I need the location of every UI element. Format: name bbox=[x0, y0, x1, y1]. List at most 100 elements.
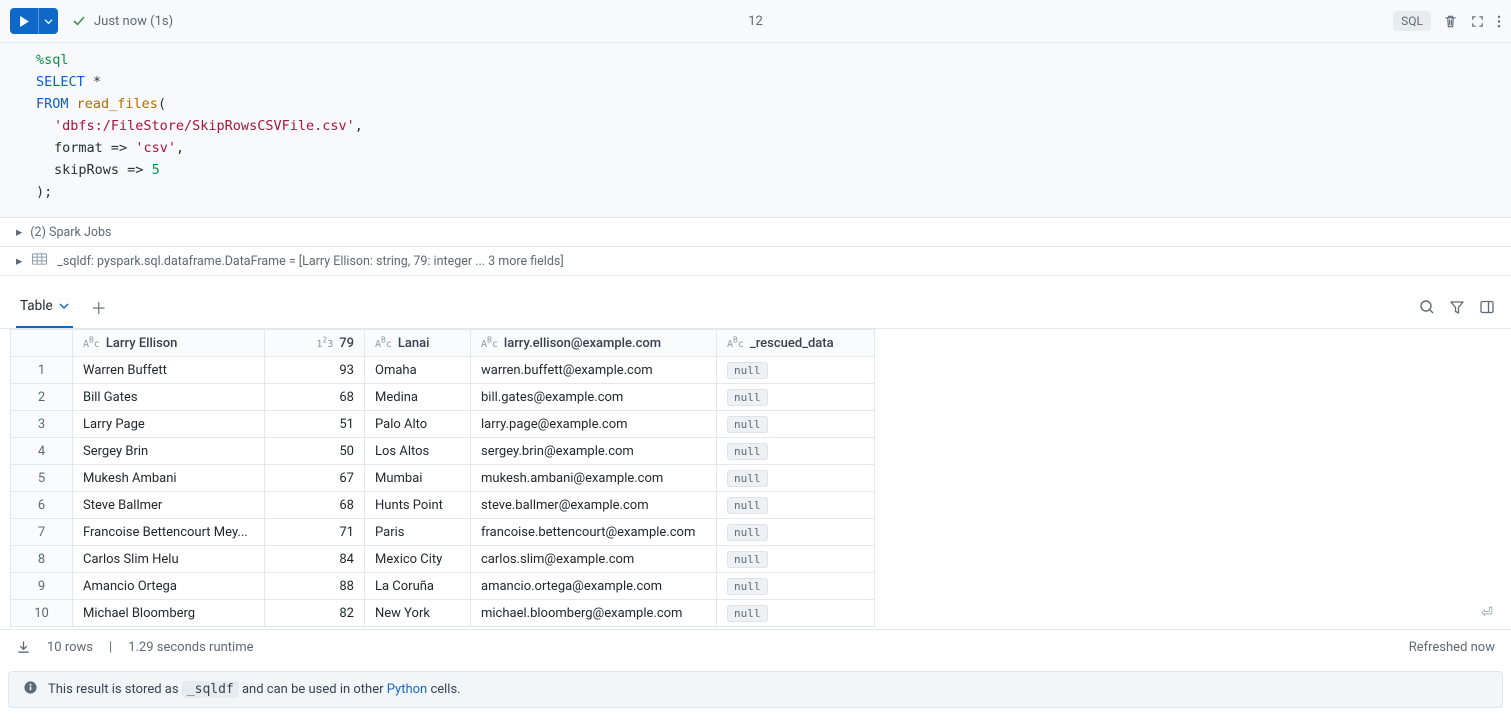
rownum-header[interactable] bbox=[11, 330, 73, 357]
cell-age: 71 bbox=[265, 519, 365, 546]
info-var: _sqldf bbox=[182, 681, 239, 698]
table-row[interactable]: 4Sergey Brin50Los Altossergey.brin@examp… bbox=[11, 438, 875, 465]
cell-age: 88 bbox=[265, 573, 365, 600]
cell-rescued: null bbox=[717, 519, 875, 546]
table-row[interactable]: 10Michael Bloomberg82New Yorkmichael.blo… bbox=[11, 600, 875, 627]
code-token: , bbox=[355, 118, 363, 134]
cell-name: Larry Page bbox=[73, 411, 265, 438]
download-icon[interactable] bbox=[16, 640, 31, 655]
python-link[interactable]: Python bbox=[387, 682, 427, 697]
caret-right-icon: ▸ bbox=[16, 224, 22, 240]
col-header-email[interactable]: ABclarry.ellison@example.com bbox=[471, 330, 717, 357]
code-token: SELECT bbox=[36, 74, 85, 90]
cell-age: 93 bbox=[265, 357, 365, 384]
cell-email: francoise.bettencourt@example.com bbox=[471, 519, 717, 546]
cell-rescued: null bbox=[717, 411, 875, 438]
code-token: , bbox=[176, 140, 184, 156]
row-number: 3 bbox=[11, 411, 73, 438]
row-number: 8 bbox=[11, 546, 73, 573]
cell-city: Paris bbox=[365, 519, 471, 546]
code-token: format bbox=[54, 140, 103, 156]
delete-icon[interactable] bbox=[1443, 14, 1458, 29]
runtime-text: 1.29 seconds runtime bbox=[128, 640, 253, 655]
filter-icon[interactable] bbox=[1449, 299, 1465, 315]
spark-jobs-row[interactable]: ▸ (2) Spark Jobs bbox=[0, 217, 1511, 246]
cell-name: Amancio Ortega bbox=[73, 573, 265, 600]
caret-right-icon: ▸ bbox=[16, 253, 22, 269]
add-tab-button[interactable]: ＋ bbox=[91, 295, 107, 319]
code-token: 'csv' bbox=[135, 140, 176, 156]
code-token: => bbox=[127, 162, 143, 178]
cell-name: Francoise Bettencourt Mey... bbox=[73, 519, 265, 546]
return-glyph-icon: ⏎ bbox=[1481, 605, 1493, 621]
cell-rescued: null bbox=[717, 492, 875, 519]
spark-jobs-text: (2) Spark Jobs bbox=[30, 225, 111, 240]
table-row[interactable]: 5Mukesh Ambani67Mumbaimukesh.ambani@exam… bbox=[11, 465, 875, 492]
cell-email: michael.bloomberg@example.com bbox=[471, 600, 717, 627]
play-icon bbox=[10, 16, 38, 27]
table-row[interactable]: 6Steve Ballmer68Hunts Pointsteve.ballmer… bbox=[11, 492, 875, 519]
run-dropdown-button[interactable] bbox=[38, 8, 58, 34]
run-button[interactable] bbox=[10, 8, 58, 34]
info-icon bbox=[23, 680, 38, 699]
cell-city: Palo Alto bbox=[365, 411, 471, 438]
language-chip[interactable]: SQL bbox=[1393, 11, 1431, 31]
cell-city: Mexico City bbox=[365, 546, 471, 573]
cell-city: New York bbox=[365, 600, 471, 627]
table-row[interactable]: 3Larry Page51Palo Altolarry.page@example… bbox=[11, 411, 875, 438]
cell-rescued: null bbox=[717, 357, 875, 384]
code-token: ( bbox=[158, 96, 166, 112]
code-token: 'dbfs:/FileStore/SkipRowsCSVFile.csv' bbox=[54, 118, 355, 134]
panel-icon[interactable] bbox=[1479, 299, 1495, 315]
col-header-rescued[interactable]: ABc_rescued_data bbox=[717, 330, 875, 357]
cell-name: Warren Buffett bbox=[73, 357, 265, 384]
cell-email: mukesh.ambani@example.com bbox=[471, 465, 717, 492]
info-text: This result is stored as _sqldf and can … bbox=[48, 682, 461, 697]
cell-email: amancio.ortega@example.com bbox=[471, 573, 717, 600]
cell-city: Hunts Point bbox=[365, 492, 471, 519]
cell-number: 12 bbox=[748, 14, 763, 29]
cell-rescued: null bbox=[717, 465, 875, 492]
check-icon bbox=[72, 14, 86, 28]
cell-city: Los Altos bbox=[365, 438, 471, 465]
row-number: 5 bbox=[11, 465, 73, 492]
table-row[interactable]: 2Bill Gates68Medinabill.gates@example.co… bbox=[11, 384, 875, 411]
cell-city: Omaha bbox=[365, 357, 471, 384]
cell-name: Mukesh Ambani bbox=[73, 465, 265, 492]
col-header-name[interactable]: ABcLarry Ellison bbox=[73, 330, 265, 357]
search-icon[interactable] bbox=[1419, 299, 1435, 315]
col-header-city[interactable]: ABcLanai bbox=[365, 330, 471, 357]
cell-rescued: null bbox=[717, 573, 875, 600]
code-editor[interactable]: %sql SELECT * FROM read_files( 'dbfs:/Fi… bbox=[0, 43, 1511, 217]
cell-name: Carlos Slim Helu bbox=[73, 546, 265, 573]
tab-table[interactable]: Table bbox=[16, 286, 73, 328]
cell-email: larry.page@example.com bbox=[471, 411, 717, 438]
chevron-down-icon bbox=[59, 301, 69, 311]
row-number: 10 bbox=[11, 600, 73, 627]
table-row[interactable]: 9Amancio Ortega88La Coruñaamancio.ortega… bbox=[11, 573, 875, 600]
cell-name: Bill Gates bbox=[73, 384, 265, 411]
cell-age: 82 bbox=[265, 600, 365, 627]
cell-email: sergey.brin@example.com bbox=[471, 438, 717, 465]
code-token: FROM bbox=[36, 96, 69, 112]
row-number: 7 bbox=[11, 519, 73, 546]
integer-type-icon: 123 bbox=[316, 339, 333, 350]
table-row[interactable]: 1Warren Buffett93Omahawarren.buffett@exa… bbox=[11, 357, 875, 384]
row-number: 1 bbox=[11, 357, 73, 384]
cell-age: 68 bbox=[265, 492, 365, 519]
table-row[interactable]: 8Carlos Slim Helu84Mexico Citycarlos.sli… bbox=[11, 546, 875, 573]
result-tabs: Table ＋ bbox=[0, 286, 1511, 329]
kebab-menu-icon[interactable] bbox=[1497, 14, 1501, 29]
row-number: 4 bbox=[11, 438, 73, 465]
cell-rescued: null bbox=[717, 384, 875, 411]
code-token: skipRows bbox=[54, 162, 119, 178]
cell-name: Michael Bloomberg bbox=[73, 600, 265, 627]
table-row[interactable]: 7Francoise Bettencourt Mey...71Parisfran… bbox=[11, 519, 875, 546]
col-header-age[interactable]: 12379 bbox=[265, 330, 365, 357]
cell-age: 84 bbox=[265, 546, 365, 573]
cell-age: 51 bbox=[265, 411, 365, 438]
result-table-wrap: ABcLarry Ellison 12379 ABcLanai ABclarry… bbox=[0, 329, 1511, 627]
row-number: 2 bbox=[11, 384, 73, 411]
sqldf-row[interactable]: ▸ _sqldf: pyspark.sql.dataframe.DataFram… bbox=[0, 246, 1511, 276]
fullscreen-icon[interactable] bbox=[1470, 14, 1485, 29]
